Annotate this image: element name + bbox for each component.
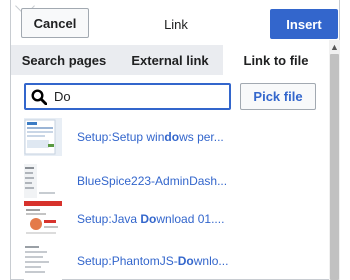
- tab-link-to-file[interactable]: Link to file: [223, 45, 329, 75]
- scroll-thumb[interactable]: [330, 54, 339, 280]
- search-input[interactable]: [52, 89, 222, 104]
- result-title[interactable]: BlueSpice223-AdminDash...: [77, 174, 227, 188]
- result-title[interactable]: Setup:PhantomJS-Downlo...: [77, 254, 228, 268]
- scroll-up-arrow-icon[interactable]: ▲: [329, 42, 340, 52]
- cancel-button[interactable]: Cancel: [21, 8, 89, 38]
- result-thumbnail: [24, 242, 62, 280]
- result-item[interactable]: Setup:Java Download 01....: [24, 200, 324, 238]
- tab-search-pages[interactable]: Search pages: [11, 45, 117, 75]
- dialog-title: Link: [164, 17, 188, 32]
- scrollbar[interactable]: ▲: [329, 40, 340, 280]
- dialog-header: Cancel Link Insert: [11, 0, 341, 40]
- link-dialog: Cancel Link Insert Search pages External…: [10, 0, 340, 280]
- result-title[interactable]: Setup:Setup windows per...: [77, 130, 224, 144]
- result-item[interactable]: Setup:Setup windows per...: [24, 118, 324, 156]
- result-thumbnail: [24, 200, 62, 238]
- search-field[interactable]: [24, 83, 231, 110]
- search-icon: [26, 85, 52, 108]
- tab-external-link[interactable]: External link: [117, 45, 223, 75]
- tab-bar: Search pages External link Link to file: [11, 45, 329, 75]
- result-thumbnail: [24, 162, 62, 200]
- result-thumbnail: [24, 118, 62, 156]
- result-item[interactable]: BlueSpice223-AdminDash...: [24, 162, 324, 200]
- result-title[interactable]: Setup:Java Download 01....: [77, 212, 224, 226]
- pick-file-button[interactable]: Pick file: [240, 83, 316, 110]
- insert-button[interactable]: Insert: [270, 9, 338, 39]
- result-item[interactable]: Setup:PhantomJS-Downlo...: [24, 242, 324, 280]
